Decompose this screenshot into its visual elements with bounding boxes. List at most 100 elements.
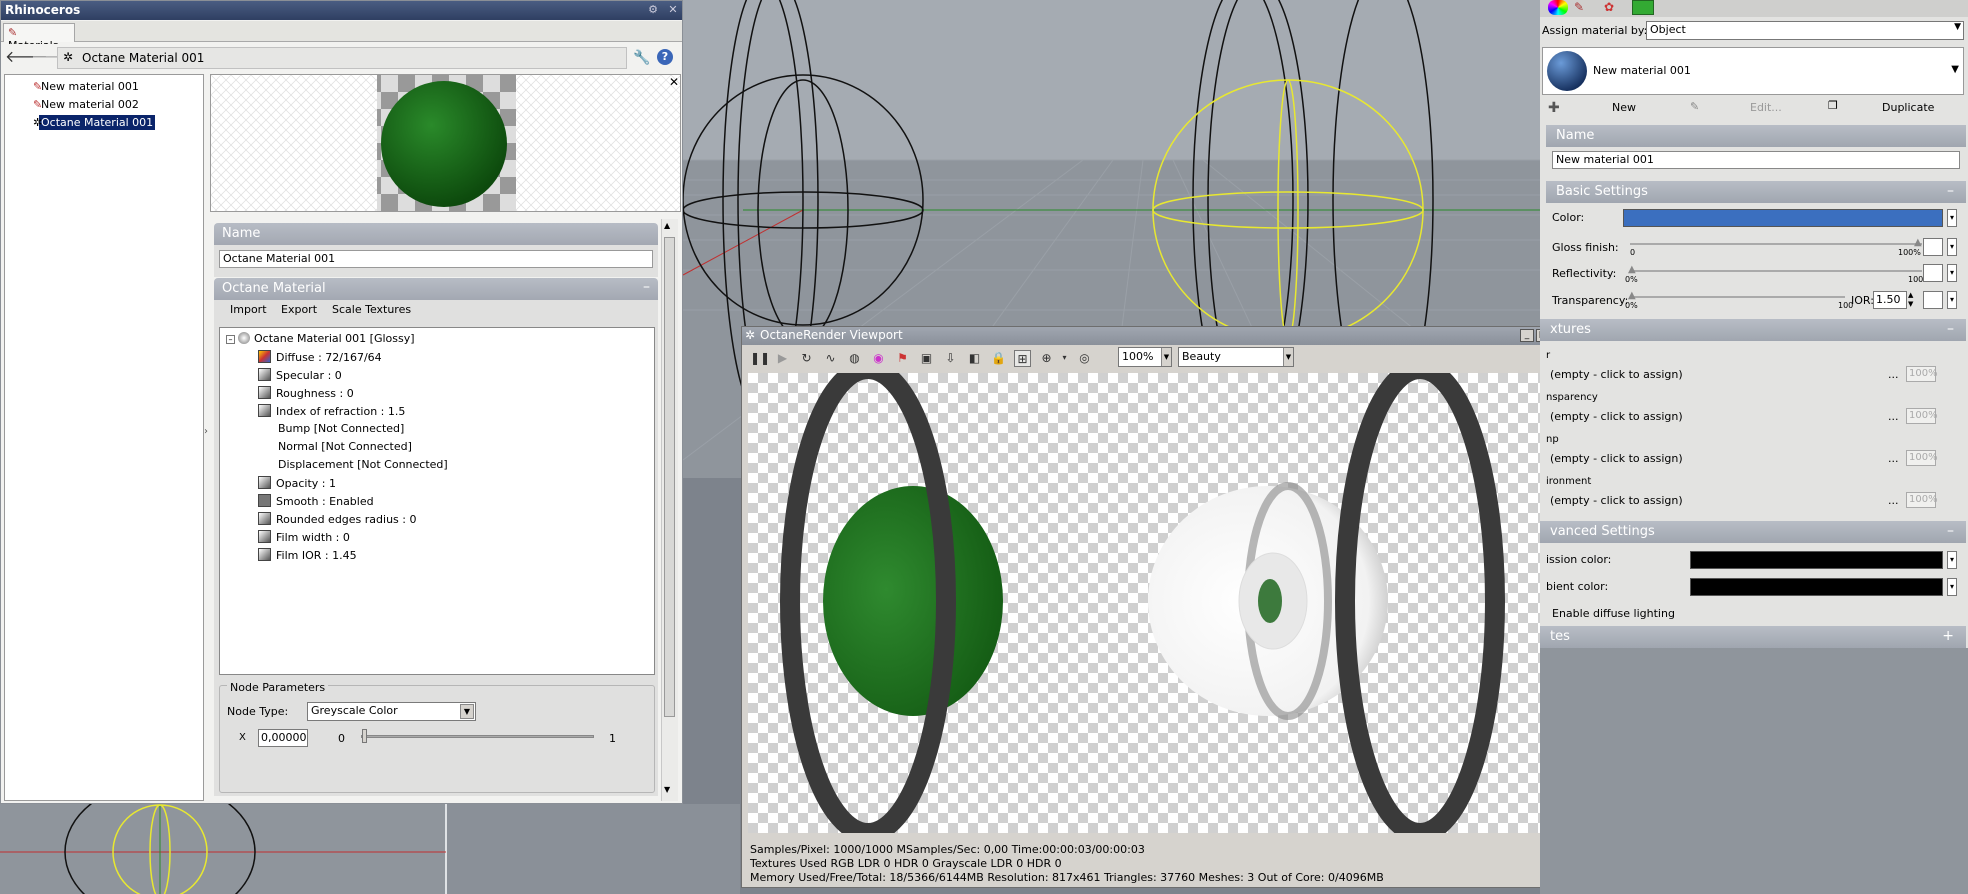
transparency-slider[interactable] [1630,296,1845,298]
collapse-icon[interactable]: – [1947,183,1954,199]
texture-amount[interactable]: 100% [1906,492,1938,508]
texture-dots-button[interactable]: ... [1888,494,1899,507]
name-input[interactable]: New material 001 [1552,151,1960,169]
tree-item[interactable]: Normal [Not Connected] [278,440,412,458]
region-icon[interactable]: ◧ [966,350,983,367]
gloss-menu-icon[interactable]: ▾ [1947,238,1957,256]
advanced-settings-header[interactable]: vanced Settings – [1540,521,1966,543]
settings-icon[interactable]: ⚙ [645,3,661,17]
scroll-down-icon[interactable]: ▼ [664,785,670,794]
pause-icon[interactable]: ❚❚ [750,350,770,367]
layer-icon[interactable] [1632,0,1654,15]
color-wheel-icon[interactable]: ◉ [870,350,887,367]
transparency-menu-icon[interactable]: ▾ [1947,291,1957,309]
tree-item[interactable]: Diffuse : 72/167/64 [258,350,382,368]
chevron-down-icon[interactable]: ▾ [1056,350,1073,367]
list-item[interactable]: ✎ New material 001 [13,79,143,97]
material-list[interactable]: ✎ New material 001 ✎ New material 002 ✲ Oct… [4,74,204,801]
new-button[interactable]: New [1612,101,1636,114]
slider-thumb[interactable] [362,729,367,743]
close-icon[interactable]: ✕ [665,3,681,17]
chevron-down-icon[interactable]: ▼ [1954,22,1961,32]
texture-amount[interactable]: 100% [1906,366,1938,382]
collapse-icon[interactable]: – [1947,523,1954,539]
help-icon[interactable]: ? [657,49,673,65]
tree-item[interactable]: Film IOR : 1.45 [258,548,357,566]
palette-icon[interactable]: ✿ [1604,0,1614,14]
color-menu-icon[interactable]: ▾ [1947,209,1957,227]
texture-slot[interactable]: (empty - click to assign) [1550,452,1683,465]
export-button[interactable]: Export [281,303,317,316]
minimize-icon[interactable]: _ [1520,329,1534,342]
node-tree[interactable]: – Octane Material 001 [Glossy] Diffuse : … [219,327,655,675]
wrench-icon[interactable]: 🔧 [633,50,650,66]
breadcrumb[interactable]: ✲ Octane Material 001 [57,47,627,69]
camera-icon[interactable]: ▣ [918,350,935,367]
node-type-select[interactable]: Greyscale Color ▼ [307,702,476,721]
ior-stepper-icon[interactable]: ▲ ▼ [1908,291,1913,309]
forward-arrow-icon[interactable]: 🡒 [31,48,74,68]
material-dropdown[interactable]: New material 001 ▼ [1542,47,1964,95]
notes-section-header[interactable]: tes + [1540,626,1966,648]
ior-input[interactable]: 1.50 [1873,291,1907,309]
collapse-icon[interactable]: – [1947,321,1954,337]
collapse-box-icon[interactable]: – [226,335,235,344]
diffuse-lighting-checkbox[interactable]: Enable diffuse lighting [1552,607,1675,620]
chevron-down-icon[interactable]: ▼ [460,704,474,719]
scroll-thumb[interactable] [664,237,675,717]
tree-item[interactable]: Film width : 0 [258,530,350,548]
list-item[interactable]: ✎ New material 002 [13,97,143,115]
material-name-input[interactable]: Octane Material 001 [219,250,653,268]
chevron-down-icon[interactable]: ▼ [1283,348,1293,366]
emission-menu-icon[interactable]: ▾ [1947,551,1957,569]
import-button[interactable]: Import [230,303,267,316]
add-icon[interactable]: ✚ [1548,100,1560,116]
color-wheel-icon[interactable] [1548,0,1568,15]
back-arrow-icon[interactable]: 🡐 [5,48,48,68]
reflectivity-texture-box[interactable] [1923,264,1943,282]
save-image-icon[interactable]: ⇩ [942,350,959,367]
focus-icon[interactable]: ◎ [1076,350,1093,367]
tree-item[interactable]: Specular : 0 [258,368,342,386]
tree-item[interactable]: Displacement [Not Connected] [278,458,448,476]
gloss-slider[interactable] [1630,243,1922,245]
gloss-texture-box[interactable] [1923,238,1943,256]
assign-select[interactable]: Object ▼ [1646,21,1964,40]
top-viewport[interactable] [0,804,740,894]
restart-icon[interactable]: ↻ [798,350,815,367]
ambient-color-swatch[interactable] [1690,578,1943,596]
close-preview-icon[interactable]: ✕ [669,75,679,89]
value-slider[interactable] [361,735,594,738]
splitter-handle[interactable]: › [204,426,208,437]
grid-icon[interactable]: ⊞ [1014,350,1031,367]
texture-amount[interactable]: 100% [1906,408,1938,424]
emission-color-swatch[interactable] [1690,551,1943,569]
tree-item[interactable]: Rounded edges radius : 0 [258,512,416,530]
panel-scrollbar[interactable]: ▲ ▼ [661,219,678,801]
scroll-up-icon[interactable]: ▲ [664,221,670,230]
ambient-menu-icon[interactable]: ▾ [1947,578,1957,596]
duplicate-button[interactable]: Duplicate [1882,101,1934,114]
texture-amount[interactable]: 100% [1906,450,1938,466]
color-swatch[interactable] [1623,209,1943,227]
texture-dots-button[interactable]: ... [1888,452,1899,465]
list-item[interactable]: ✲ Octane Material 001 [13,114,157,133]
chevron-down-icon[interactable]: ▼ [1161,348,1171,366]
texture-dots-button[interactable]: ... [1888,368,1899,381]
textures-section-header[interactable]: xtures – [1540,319,1966,341]
texture-slot[interactable]: (empty - click to assign) [1550,410,1683,423]
texture-slot[interactable]: (empty - click to assign) [1550,368,1683,381]
gloss-thumb[interactable]: ▲ [1914,237,1922,248]
render-mode-select[interactable]: Beauty ▼ [1178,347,1294,367]
tree-item[interactable]: Opacity : 1 [258,476,336,494]
picker-icon[interactable]: ⚑ [894,350,911,367]
chevron-down-icon[interactable]: ▼ [1951,64,1959,75]
texture-dots-button[interactable]: ... [1888,410,1899,423]
sphere-icon[interactable]: ◍ [846,350,863,367]
reflectivity-slider[interactable] [1630,270,1922,272]
lock-icon[interactable]: 🔒 [990,350,1007,367]
tree-item[interactable]: Bump [Not Connected] [278,422,404,440]
tree-item[interactable]: Smooth : Enabled [258,494,374,512]
brush-icon[interactable]: ✎ [1574,0,1584,14]
x-value-input[interactable]: 0,00000 [258,729,308,747]
